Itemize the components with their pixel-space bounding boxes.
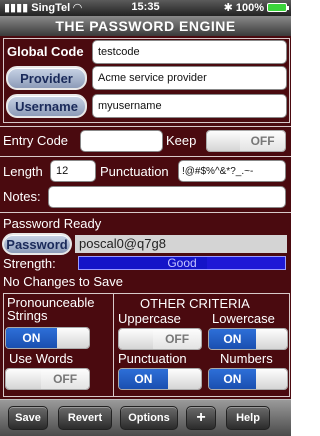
entry-code-field[interactable] [80,130,163,152]
use-words-toggle-state: OFF [41,369,89,389]
entry-code-label: Entry Code [3,133,69,148]
pronounceable-toggle[interactable]: ON [5,327,90,349]
add-button[interactable]: + [186,406,216,430]
username-field[interactable]: myusername [92,94,287,118]
password-output: poscal0@q7g8 [75,235,287,253]
status-right: ✱ 100% [223,1,289,14]
uppercase-toggle[interactable]: OFF [118,328,202,350]
punctuation-toggle[interactable]: ON [118,368,202,390]
uppercase-label: Uppercase [118,311,181,326]
use-words-toggle[interactable]: OFF [5,368,90,390]
bluetooth-icon: ✱ [223,2,233,14]
toggle-knob [119,329,154,349]
strength-meter: Good [78,256,286,270]
criteria-divider [113,293,114,397]
toggle-knob [255,369,287,389]
notes-field[interactable] [48,186,286,208]
provider-field[interactable]: Acme service provider [92,66,287,90]
numbers-label: Numbers [220,351,273,366]
punctuation-criteria-label: Punctuation [118,351,187,366]
lowercase-toggle-state: ON [209,329,256,349]
revert-button[interactable]: Revert [58,406,112,430]
toggle-knob [6,369,42,389]
lowercase-toggle[interactable]: ON [208,328,288,350]
provider-button[interactable]: Provider [6,66,87,90]
status-bar: ▮▮▮▮ SingTel ◠ 15:35 ✱ 100% [0,0,291,16]
password-button[interactable]: Password [2,233,72,255]
keep-toggle[interactable]: OFF [206,130,286,152]
use-words-label: Use Words [9,351,74,366]
strength-label: Strength: [3,256,56,271]
pronounceable-toggle-state: ON [6,328,57,348]
save-button[interactable]: Save [8,406,48,430]
battery-percent: 100% [235,1,264,14]
app-title: THE PASSWORD ENGINE [0,16,291,36]
keep-toggle-state: OFF [240,131,285,151]
changes-status: No Changes to Save [3,274,123,289]
uppercase-toggle-state: OFF [153,329,201,349]
numbers-toggle-state: ON [209,369,256,389]
punctuation-label: Punctuation [100,164,169,179]
keep-label: Keep [166,133,197,148]
numbers-toggle[interactable]: ON [208,368,288,390]
divider [0,212,291,213]
toggle-knob [56,328,89,348]
battery-icon [267,3,289,12]
notes-label: Notes: [3,189,41,204]
divider [0,126,291,127]
help-button[interactable]: Help [226,406,270,430]
punctuation-toggle-state: ON [119,369,168,389]
options-button[interactable]: Options [120,406,178,430]
strength-text: Good [167,256,197,270]
bottom-toolbar: Save Revert Options + Help [0,399,291,436]
toggle-knob [167,369,201,389]
length-field[interactable]: 12 [50,160,96,182]
global-code-field[interactable]: testcode [92,40,287,64]
length-label: Length [3,164,43,179]
other-criteria-header: OTHER CRITERIA [140,296,250,311]
pronounceable-label: Pronounceable Strings [7,295,95,323]
app-screen: ▮▮▮▮ SingTel ◠ 15:35 ✱ 100% THE PASSWORD… [0,0,291,436]
divider [0,156,291,157]
toggle-knob [207,131,241,151]
password-ready-text: Password Ready [3,216,102,231]
toggle-knob [255,329,287,349]
punctuation-field[interactable]: !@#$%^&*?_.~- [178,160,286,182]
global-code-label: Global Code [7,44,84,59]
username-button[interactable]: Username [6,94,87,118]
lowercase-label: Lowercase [212,311,275,326]
